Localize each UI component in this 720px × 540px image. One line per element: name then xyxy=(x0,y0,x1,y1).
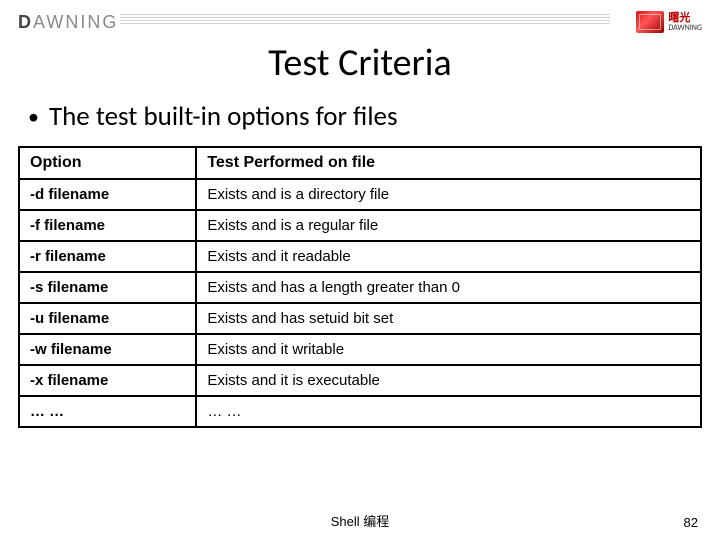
slide-header: DAWNING 曙光 DAWNING xyxy=(0,0,720,38)
footer-text: Shell 编程 xyxy=(0,511,720,530)
cell-option: -r filename xyxy=(19,241,196,272)
cell-option: … … xyxy=(19,396,196,427)
brand-right-cn: 曙光 xyxy=(668,12,702,24)
table-row: … … … … xyxy=(19,396,701,427)
brand-right-sub: DAWNING xyxy=(668,24,702,33)
table-header-test: Test Performed on file xyxy=(196,147,701,179)
bullet-text: The test built-in options for files xyxy=(49,100,398,133)
brand-left-text: AWNING xyxy=(33,12,118,32)
table-body: -d filename Exists and is a directory fi… xyxy=(19,179,701,427)
cell-desc: … … xyxy=(196,396,701,427)
bullet-line: • The test built-in options for files xyxy=(0,86,720,142)
table-row: -s filename Exists and has a length grea… xyxy=(19,272,701,303)
cell-option: -d filename xyxy=(19,179,196,210)
cell-desc: Exists and it writable xyxy=(196,334,701,365)
table-row: -f filename Exists and is a regular file xyxy=(19,210,701,241)
cell-option: -x filename xyxy=(19,365,196,396)
cell-desc: Exists and has setuid bit set xyxy=(196,303,701,334)
cell-desc: Exists and is a directory file xyxy=(196,179,701,210)
slide-title: Test Criteria xyxy=(0,40,720,86)
cell-desc: Exists and it is executable xyxy=(196,365,701,396)
table-row: -r filename Exists and it readable xyxy=(19,241,701,272)
table-row: -d filename Exists and is a directory fi… xyxy=(19,179,701,210)
table-row: -u filename Exists and has setuid bit se… xyxy=(19,303,701,334)
bullet-dot-icon: • xyxy=(28,100,39,134)
cell-option: -f filename xyxy=(19,210,196,241)
table-header-option: Option xyxy=(19,147,196,179)
header-rule-lines xyxy=(120,14,610,26)
cell-option: -u filename xyxy=(19,303,196,334)
brand-left-logo: DAWNING xyxy=(18,12,118,33)
table-row: -w filename Exists and it writable xyxy=(19,334,701,365)
cell-desc: Exists and is a regular file xyxy=(196,210,701,241)
table-row: -x filename Exists and it is executable xyxy=(19,365,701,396)
cell-desc: Exists and has a length greater than 0 xyxy=(196,272,701,303)
brand-right-text: 曙光 DAWNING xyxy=(668,12,702,33)
slide: DAWNING 曙光 DAWNING Test Criteria • The t… xyxy=(0,0,720,540)
cell-option: -s filename xyxy=(19,272,196,303)
page-number: 82 xyxy=(684,515,698,530)
sun-icon xyxy=(636,11,664,33)
brand-right-logo: 曙光 DAWNING xyxy=(636,11,702,33)
cell-desc: Exists and it readable xyxy=(196,241,701,272)
options-table: Option Test Performed on file -d filenam… xyxy=(18,146,702,428)
cell-option: -w filename xyxy=(19,334,196,365)
table-header-row: Option Test Performed on file xyxy=(19,147,701,179)
